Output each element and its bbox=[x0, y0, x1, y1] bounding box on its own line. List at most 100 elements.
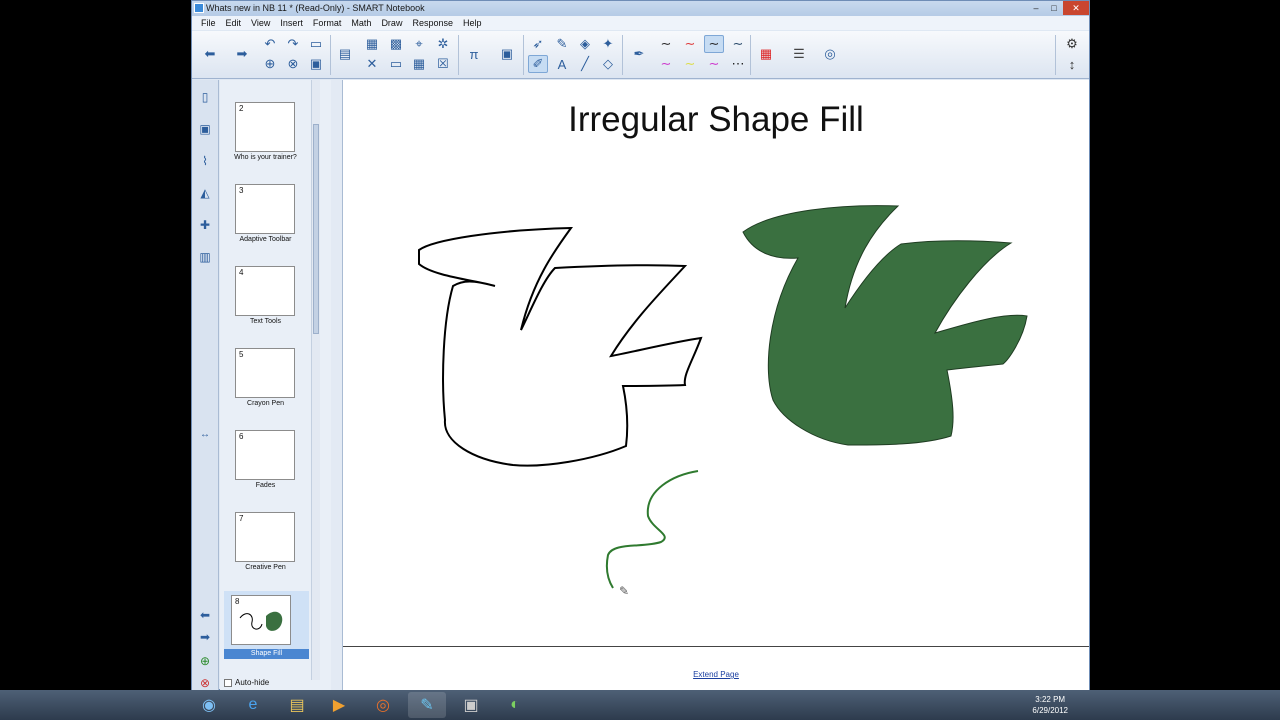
creative-pen-icon[interactable]: ✐ bbox=[528, 55, 548, 73]
thumbnail: 5 bbox=[235, 348, 295, 398]
response-tab-icon[interactable]: ▥ bbox=[196, 248, 214, 266]
resize-sidebar-icon[interactable]: ↔ bbox=[196, 426, 214, 444]
thumbnail: 3 bbox=[235, 184, 295, 234]
notebook-window: Whats new in NB 11 * (Read-Only) - SMART… bbox=[191, 0, 1090, 691]
firefox-icon[interactable]: ◎ bbox=[364, 692, 402, 718]
eraser-icon[interactable]: ◈ bbox=[575, 35, 595, 53]
close-button[interactable]: ✕ bbox=[1063, 1, 1089, 15]
delete-page-icon[interactable]: ⊗ bbox=[283, 55, 303, 73]
capture-icon[interactable]: ⌖ bbox=[409, 35, 429, 53]
explorer-icon[interactable]: ▤ bbox=[278, 692, 316, 718]
auto-hide-label: Auto-hide bbox=[235, 678, 270, 687]
menu-response[interactable]: Response bbox=[407, 16, 458, 30]
whiteboard-page[interactable]: Irregular Shape Fill ✎ Extend Page bbox=[343, 80, 1089, 690]
auto-hide-checkbox[interactable]: Auto-hide bbox=[224, 678, 269, 687]
lock-icon[interactable]: ▣ bbox=[497, 45, 517, 63]
menu-view[interactable]: View bbox=[246, 16, 275, 30]
paste-icon[interactable]: ▦ bbox=[362, 35, 382, 53]
pen-yellow-icon[interactable]: ∼ bbox=[680, 55, 700, 73]
properties-tab-icon[interactable]: ◭ bbox=[196, 184, 214, 202]
clock-date: 6/29/2012 bbox=[1032, 706, 1068, 715]
menu-format[interactable]: Format bbox=[308, 16, 347, 30]
gallery-tab-icon[interactable]: ▣ bbox=[196, 120, 214, 138]
move-toolbar-icon[interactable]: ↕ bbox=[1062, 55, 1082, 73]
save-icon[interactable]: ▣ bbox=[306, 55, 326, 73]
system-clock[interactable]: 3:22 PM 6/29/2012 bbox=[1032, 694, 1068, 716]
forward-icon[interactable]: ➡ bbox=[232, 45, 252, 63]
previous-page-icon[interactable]: ⬅ bbox=[196, 606, 214, 624]
pen-dashed-icon[interactable]: ⋯ bbox=[728, 55, 748, 73]
page-thumb-8-selected[interactable]: 8 Shape Fill bbox=[224, 591, 309, 659]
network-app-icon[interactable]: ▣ bbox=[452, 692, 490, 718]
pen-magenta-icon[interactable]: ∼ bbox=[656, 55, 676, 73]
pen-black-icon[interactable]: ∼ bbox=[656, 35, 676, 53]
add-page-sidebar-icon[interactable]: ⊕ bbox=[196, 652, 214, 670]
thumb-label: Adaptive Toolbar bbox=[239, 236, 292, 243]
thumb-label: Text Tools bbox=[250, 318, 281, 325]
page-sorter-tab-icon[interactable]: ▯ bbox=[196, 88, 214, 106]
page-sorter: 2 Who is your trainer? 3 Adaptive Toolba… bbox=[220, 80, 331, 691]
sorter-scrollbar[interactable] bbox=[311, 80, 320, 680]
attachments-tab-icon[interactable]: ⌇ bbox=[196, 152, 214, 170]
open-icon[interactable]: ▭ bbox=[306, 35, 326, 53]
green-pen-stroke[interactable] bbox=[605, 470, 699, 589]
redo-icon[interactable]: ↷ bbox=[283, 35, 303, 53]
pen-style-icon[interactable]: ✒ bbox=[629, 45, 649, 63]
pen-pink-icon[interactable]: ∼ bbox=[704, 55, 724, 73]
extend-page-link[interactable]: Extend Page bbox=[343, 670, 1089, 679]
addons-tab-icon[interactable]: ✚ bbox=[196, 216, 214, 234]
close-doc-icon[interactable]: ☒ bbox=[433, 55, 453, 73]
outline-shape[interactable] bbox=[418, 226, 703, 467]
filled-shape[interactable] bbox=[742, 205, 1028, 446]
menu-draw[interactable]: Draw bbox=[376, 16, 407, 30]
screen-shade-icon[interactable]: ▤ bbox=[335, 45, 355, 63]
sidebar-tabs: ▯ ▣ ⌇ ◭ ✚ ▥ ↔ ⬅ ➡ ⊕ ⊗ bbox=[192, 80, 219, 690]
smart-app-icon[interactable]: ◐ bbox=[496, 692, 534, 718]
pen-blue-icon[interactable]: ∼ bbox=[728, 35, 748, 53]
transparency-icon[interactable]: ◎ bbox=[820, 45, 840, 63]
menu-math[interactable]: Math bbox=[346, 16, 376, 30]
undo-icon[interactable]: ↶ bbox=[260, 35, 280, 53]
magic-pen-icon[interactable]: ✦ bbox=[598, 35, 618, 53]
menu-file[interactable]: File bbox=[196, 16, 221, 30]
settings-icon[interactable]: ⚙ bbox=[1062, 35, 1082, 53]
menu-help[interactable]: Help bbox=[458, 16, 487, 30]
fill-icon[interactable]: ◇ bbox=[598, 55, 618, 73]
media-player-icon[interactable]: ▶ bbox=[320, 692, 358, 718]
add-page-icon[interactable]: ⊕ bbox=[260, 55, 280, 73]
line-style-icon[interactable]: ☰ bbox=[789, 45, 809, 63]
text-icon[interactable]: A bbox=[552, 55, 572, 73]
pi-icon[interactable]: π bbox=[464, 45, 484, 63]
minimize-button[interactable]: – bbox=[1027, 1, 1045, 15]
menu-edit[interactable]: Edit bbox=[221, 16, 247, 30]
share-icon[interactable]: ✲ bbox=[433, 35, 453, 53]
line-icon[interactable]: ╱ bbox=[575, 55, 595, 73]
page-bottom-line bbox=[343, 646, 1089, 647]
thumbnail: 4 bbox=[235, 266, 295, 316]
window-title: Whats new in NB 11 * (Read-Only) - SMART… bbox=[206, 3, 425, 13]
pen-cursor-icon: ✎ bbox=[619, 584, 630, 598]
delete-icon[interactable]: ✕ bbox=[362, 55, 382, 73]
sidebar-splitter[interactable] bbox=[331, 80, 343, 691]
notebook-taskbar-icon[interactable]: ✎ bbox=[408, 692, 446, 718]
back-icon[interactable]: ⬅ bbox=[200, 45, 220, 63]
pen-selected-icon[interactable]: ∼ bbox=[704, 35, 724, 53]
insert-icon[interactable]: ▩ bbox=[386, 35, 406, 53]
fullscreen-icon[interactable]: ▭ bbox=[386, 55, 406, 73]
table-icon[interactable]: ▦ bbox=[409, 55, 429, 73]
color-palette-icon[interactable]: ▦ bbox=[756, 45, 776, 63]
title-bar: Whats new in NB 11 * (Read-Only) - SMART… bbox=[192, 1, 1089, 16]
next-page-icon[interactable]: ➡ bbox=[196, 628, 214, 646]
thumb-label: Creative Pen bbox=[245, 564, 286, 571]
thumb-label: Crayon Pen bbox=[247, 400, 284, 407]
pen-icon[interactable]: ✎ bbox=[552, 35, 572, 53]
pen-red-icon[interactable]: ∼ bbox=[680, 35, 700, 53]
checkbox-box[interactable] bbox=[224, 678, 232, 687]
menu-insert[interactable]: Insert bbox=[275, 16, 308, 30]
ie-icon[interactable]: e bbox=[234, 692, 272, 718]
scrollbar-thumb[interactable] bbox=[313, 124, 319, 334]
maximize-button[interactable]: □ bbox=[1045, 1, 1063, 15]
select-icon[interactable]: ➶ bbox=[528, 35, 548, 53]
menu-bar: File Edit View Insert Format Math Draw R… bbox=[192, 16, 1089, 30]
start-button-icon[interactable]: ◉ bbox=[190, 692, 228, 718]
